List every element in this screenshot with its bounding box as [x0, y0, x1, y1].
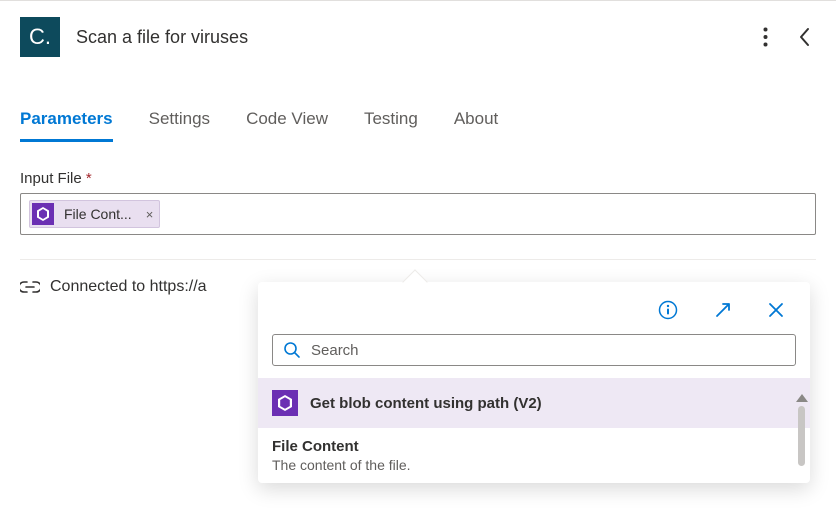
- list-item-desc: The content of the file.: [272, 457, 796, 473]
- close-icon: [768, 302, 784, 318]
- scroll-up-arrow[interactable]: [796, 394, 808, 402]
- expand-icon: [714, 301, 732, 319]
- token-label: File Cont...: [64, 206, 132, 222]
- expand-button[interactable]: [708, 294, 738, 326]
- scrollbar[interactable]: [796, 394, 806, 473]
- page-title: Scan a file for viruses: [76, 27, 741, 48]
- input-file-field[interactable]: File Cont... ×: [20, 193, 816, 235]
- tabs-bar: Parameters Settings Code View Testing Ab…: [0, 109, 836, 142]
- tab-settings[interactable]: Settings: [149, 109, 210, 142]
- dynamic-content-token[interactable]: File Cont... ×: [29, 200, 160, 228]
- blob-storage-icon: [32, 203, 54, 225]
- search-icon: [283, 341, 301, 359]
- input-file-label: Input File *: [20, 170, 816, 187]
- scroll-thumb[interactable]: [798, 406, 805, 466]
- connection-text: Connected to https://a: [50, 278, 207, 296]
- token-remove-button[interactable]: ×: [146, 207, 154, 222]
- list-item[interactable]: File Content The content of the file.: [258, 428, 810, 483]
- tab-parameters[interactable]: Parameters: [20, 109, 113, 142]
- connector-logo: C.: [20, 17, 60, 57]
- info-button[interactable]: [652, 294, 684, 326]
- close-button[interactable]: [762, 294, 790, 326]
- collapse-button[interactable]: [792, 21, 816, 53]
- chevron-left-icon: [798, 27, 810, 47]
- group-title: Get blob content using path (V2): [310, 395, 542, 412]
- search-box[interactable]: [272, 334, 796, 366]
- tab-testing[interactable]: Testing: [364, 109, 418, 142]
- required-marker: *: [86, 170, 92, 187]
- content-group-header[interactable]: Get blob content using path (V2): [258, 378, 810, 428]
- link-icon: [20, 281, 40, 293]
- search-input[interactable]: [311, 342, 785, 359]
- info-icon: [658, 300, 678, 320]
- list-item-title: File Content: [272, 438, 796, 455]
- dynamic-content-popup: Get blob content using path (V2) File Co…: [258, 282, 810, 483]
- more-vertical-icon: [763, 27, 768, 47]
- tab-code-view[interactable]: Code View: [246, 109, 328, 142]
- more-options-button[interactable]: [757, 21, 774, 53]
- tab-about[interactable]: About: [454, 109, 498, 142]
- blob-storage-icon: [272, 390, 298, 416]
